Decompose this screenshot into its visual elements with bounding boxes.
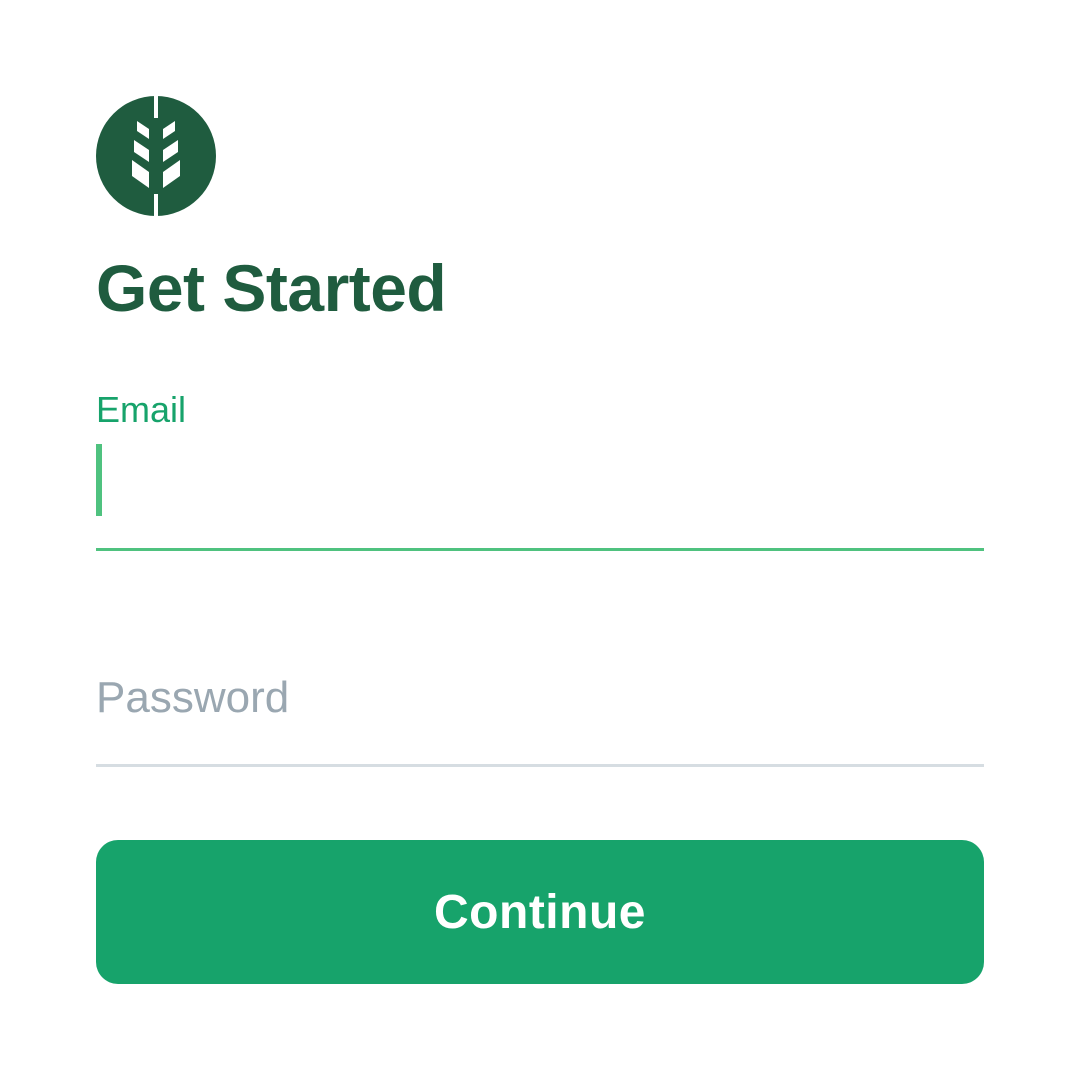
- password-input[interactable]: [96, 670, 984, 726]
- password-underline: [96, 764, 984, 767]
- wheat-icon: [96, 96, 216, 216]
- email-input[interactable]: [96, 444, 984, 516]
- text-caret: [96, 444, 102, 516]
- password-field[interactable]: [96, 660, 984, 768]
- continue-button[interactable]: Continue: [96, 840, 984, 984]
- email-underline: [96, 548, 984, 551]
- email-field[interactable]: Email: [96, 388, 984, 552]
- page-title: Get Started: [96, 251, 447, 325]
- brand-logo: [96, 96, 216, 216]
- get-started-screen: Get Started Email Continue: [0, 0, 1080, 1080]
- email-label: Email: [96, 389, 187, 430]
